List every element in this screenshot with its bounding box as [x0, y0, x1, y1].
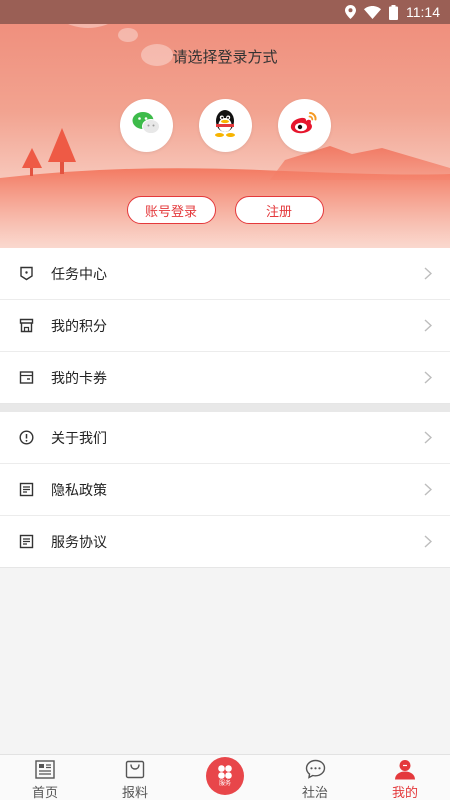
tab-services[interactable]: 服务 [180, 755, 270, 800]
location-icon [345, 5, 356, 19]
chevron-right-icon [424, 319, 433, 337]
menu-item-task-center[interactable]: 任务中心 [0, 248, 450, 300]
bottom-tab-bar: 首页 报料 服务 社治 我的 [0, 754, 450, 800]
register-button[interactable]: 注册 [234, 196, 324, 224]
tab-label: 首页 [31, 785, 58, 800]
store-icon [18, 318, 34, 334]
chevron-right-icon [424, 483, 433, 501]
wechat-icon [132, 111, 160, 140]
menu-item-my-points[interactable]: 我的积分 [0, 300, 450, 352]
chat-icon [305, 758, 326, 780]
task-icon [18, 266, 34, 282]
chevron-right-icon [424, 535, 433, 553]
account-login-button[interactable]: 账号登录 [126, 196, 216, 224]
qq-icon [212, 108, 238, 143]
status-bar: 11:14 [0, 0, 450, 24]
qq-login-button[interactable] [198, 99, 252, 152]
weibo-login-button[interactable] [277, 99, 331, 152]
menu-label: 我的积分 [51, 317, 107, 334]
document-icon [18, 482, 34, 498]
tab-home[interactable]: 首页 [0, 755, 90, 800]
login-header: 请选择登录方式 账号登录 注册 [0, 0, 450, 248]
menu-label: 任务中心 [51, 265, 107, 282]
menu-group-account: 任务中心 我的积分 我的卡券 [0, 248, 450, 404]
battery-icon [389, 4, 398, 20]
info-icon [18, 430, 34, 446]
tab-report[interactable]: 报料 [90, 755, 180, 800]
chevron-right-icon [424, 267, 433, 285]
coupon-icon [18, 370, 34, 386]
social-login-row [0, 99, 450, 152]
tab-mine[interactable]: 我的 [360, 755, 450, 800]
menu-item-service-agreement[interactable]: 服务协议 [0, 516, 450, 568]
chevron-right-icon [424, 431, 433, 449]
cloud-decoration [118, 28, 138, 42]
section-divider [0, 404, 450, 412]
auth-buttons: 账号登录 注册 [0, 196, 450, 224]
menu-label: 服务协议 [51, 533, 107, 550]
menu-label: 隐私政策 [51, 481, 107, 498]
weibo-icon [289, 110, 319, 141]
wechat-login-button[interactable] [119, 99, 173, 152]
login-prompt-title: 请选择登录方式 [172, 49, 278, 66]
tab-label: 我的 [391, 785, 418, 800]
services-label: 服务 [218, 781, 231, 787]
tab-community[interactable]: 社治 [270, 755, 360, 800]
tab-label: 报料 [121, 785, 148, 800]
menu-item-my-coupons[interactable]: 我的卡券 [0, 352, 450, 404]
tab-label: 社治 [301, 785, 328, 800]
menu-label: 我的卡券 [51, 369, 107, 386]
menu-item-privacy-policy[interactable]: 隐私政策 [0, 464, 450, 516]
menu-group-info: 关于我们 隐私政策 服务协议 [0, 412, 450, 568]
services-icon: 服务 [206, 757, 244, 795]
status-time: 11:14 [406, 4, 440, 20]
user-icon [394, 758, 416, 780]
bag-icon [125, 758, 145, 780]
menu-item-about-us[interactable]: 关于我们 [0, 412, 450, 464]
menu-label: 关于我们 [51, 429, 107, 446]
newspaper-icon [35, 758, 55, 780]
chevron-right-icon [424, 371, 433, 389]
document-icon [18, 534, 34, 550]
wifi-icon [364, 5, 381, 19]
